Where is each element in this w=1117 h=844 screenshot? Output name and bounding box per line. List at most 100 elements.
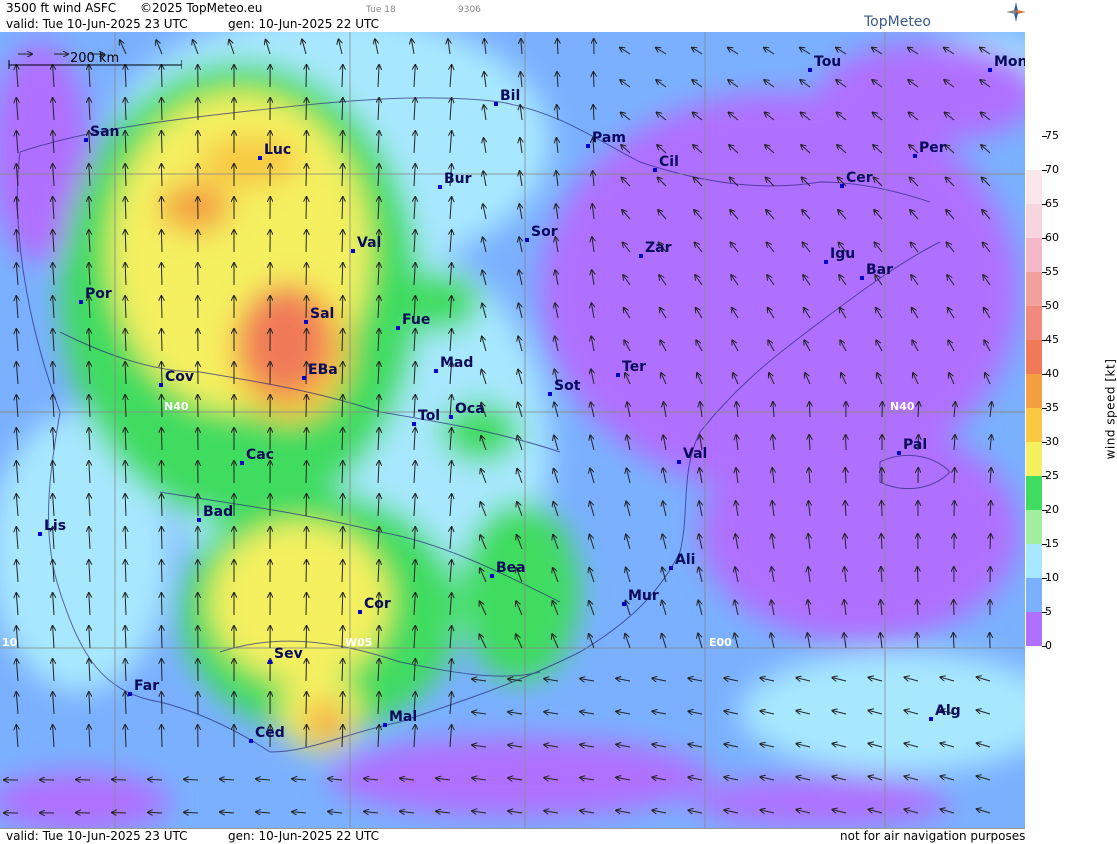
city-label: Sor <box>531 224 558 240</box>
product-title: 3500 ft wind ASFC <box>6 1 116 15</box>
wind-arrow <box>306 362 307 384</box>
wind-arrow <box>161 527 162 549</box>
city-marker <box>383 723 387 727</box>
legend-tick-label: 45 <box>1045 333 1059 346</box>
wind-arrow <box>306 593 307 615</box>
city-marker <box>988 68 992 72</box>
city-marker <box>653 168 657 172</box>
city-label: Bad <box>203 504 233 520</box>
legend-tick-label: 5 <box>1045 605 1052 618</box>
wind-arrow <box>306 131 307 153</box>
city-label: Cer <box>846 170 873 186</box>
footer: valid: Tue 10-Jun-2025 23 UTC gen: 10-Ju… <box>0 828 1025 844</box>
city-label: Cac <box>246 447 274 463</box>
city-marker <box>824 260 828 264</box>
city-marker <box>490 574 494 578</box>
brand-name: TopMeteo <box>864 14 931 30</box>
wind-arrow <box>306 461 307 483</box>
wind-arrow <box>306 296 307 318</box>
city-label: Luc <box>264 142 291 158</box>
wind-arrow <box>306 98 307 120</box>
city-marker <box>249 739 253 743</box>
run-code: 9306 <box>458 3 481 17</box>
wind-arrow <box>161 692 162 714</box>
city-label: Mad <box>440 355 473 371</box>
wind-map[interactable]: 200 km N40 N40 W05 E00 10 TouMonBilSanLu… <box>0 32 1025 828</box>
wind-arrow <box>161 296 162 318</box>
city-marker <box>525 238 529 242</box>
wind-arrow <box>306 395 307 417</box>
wind-arrow <box>954 600 955 615</box>
city-label: EBa <box>308 362 338 378</box>
wind-arrow <box>161 659 162 681</box>
city-marker <box>548 392 552 396</box>
wind-arrow <box>306 560 307 582</box>
city-marker <box>449 415 453 419</box>
city-marker <box>84 138 88 142</box>
city-marker <box>434 369 438 373</box>
wind-arrow <box>990 534 991 549</box>
city-marker <box>351 249 355 253</box>
city-label: Oca <box>455 401 485 417</box>
wind-arrow <box>306 65 307 87</box>
city-marker <box>358 610 362 614</box>
wind-field-svg <box>0 32 1025 828</box>
city-label: Bea <box>496 560 526 576</box>
city-label: Sev <box>274 646 303 662</box>
legend-tick-label: 60 <box>1045 231 1059 244</box>
copyright: ©2025 TopMeteo.eu <box>140 1 262 15</box>
city-label: Mur <box>628 588 659 604</box>
legend-title: wind speed [kt] <box>1103 359 1117 460</box>
wind-arrow <box>845 468 846 483</box>
city-label: Per <box>919 140 946 156</box>
wind-arrow <box>306 659 307 681</box>
legend-swatch <box>1026 476 1042 510</box>
legend-tick-label: 25 <box>1045 469 1059 482</box>
city-marker <box>639 254 643 258</box>
city-label: Mon <box>994 54 1025 70</box>
legend-tick-label: 55 <box>1045 265 1059 278</box>
legend-tick-label: 40 <box>1045 367 1059 380</box>
legend-tick-label: 50 <box>1045 299 1059 312</box>
city-label: Alg <box>935 703 961 719</box>
grid-label-w10: 10 <box>2 636 17 649</box>
disclaimer: not for air navigation purposes <box>840 829 1025 843</box>
legend-swatch <box>1026 306 1042 340</box>
legend-swatch <box>1026 510 1042 544</box>
city-marker <box>302 376 306 380</box>
city-marker <box>128 692 132 696</box>
legend-tick-label: 20 <box>1045 503 1059 516</box>
city-marker <box>669 566 673 570</box>
wind-arrow <box>161 626 162 648</box>
footer-generated-time: gen: 10-Jun-2025 22 UTC <box>228 829 379 843</box>
legend-swatch <box>1026 204 1042 238</box>
wind-arrow <box>112 813 126 814</box>
wind-arrow <box>161 164 162 186</box>
legend-tick-label: 30 <box>1045 435 1059 448</box>
city-marker <box>412 422 416 426</box>
wind-arrow <box>148 812 162 813</box>
city-marker <box>38 532 42 536</box>
grid-label-w05: W05 <box>345 636 372 649</box>
wind-arrow <box>161 362 162 384</box>
wind-arrow <box>148 779 162 780</box>
city-label: Zar <box>645 240 672 256</box>
city-marker <box>396 326 400 330</box>
legend-swatch <box>1026 578 1042 612</box>
wind-arrow <box>306 329 307 351</box>
city-label: Bar <box>866 262 893 278</box>
city-marker <box>268 660 272 664</box>
city-label: Val <box>357 235 381 251</box>
legend-tick-label: 15 <box>1045 537 1059 550</box>
wind-arrow <box>161 560 162 582</box>
city-label: Bil <box>500 88 520 104</box>
wind-arrow <box>593 72 594 87</box>
city-marker <box>808 68 812 72</box>
city-marker <box>616 373 620 377</box>
city-label: Mal <box>389 709 417 725</box>
city-marker <box>913 154 917 158</box>
city-marker <box>494 102 498 106</box>
wind-arrow <box>306 230 307 252</box>
city-label: Fue <box>402 312 430 328</box>
header: 3500 ft wind ASFC ©2025 TopMeteo.eu Tue … <box>0 0 1025 32</box>
